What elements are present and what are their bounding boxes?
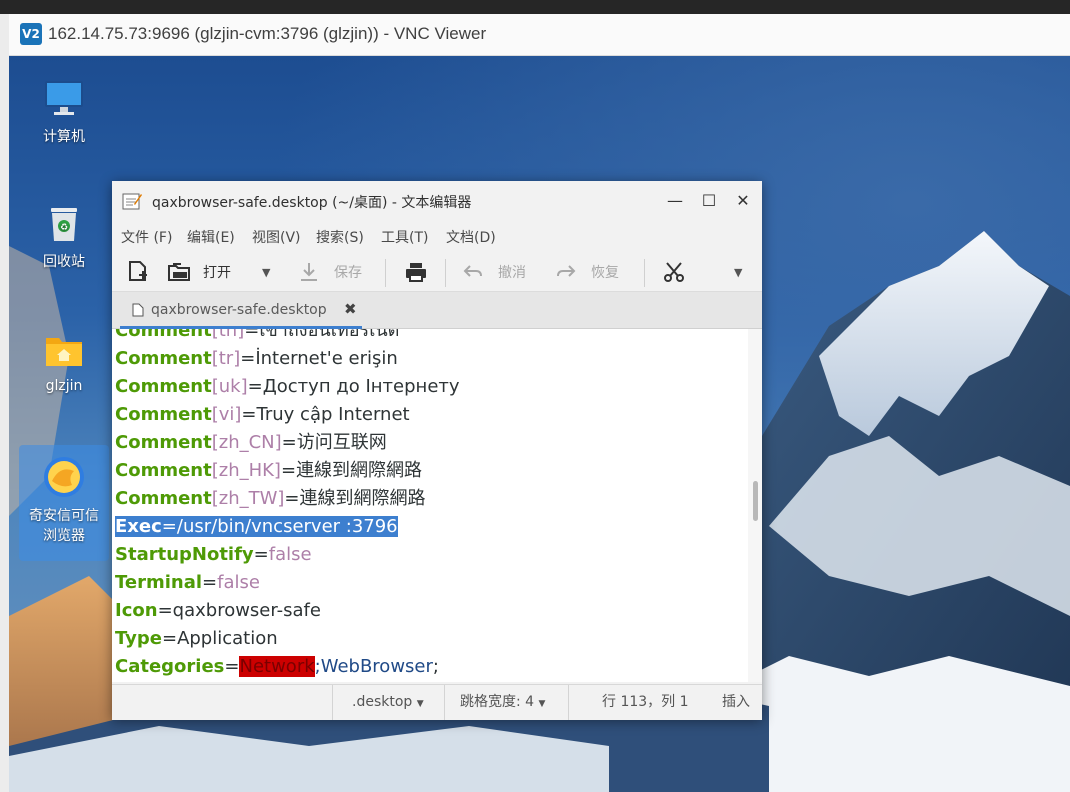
toolbar-overflow-button[interactable]: ▼	[734, 260, 742, 284]
text-line: StartupNotify=false	[115, 544, 312, 565]
save-label: 保存	[334, 265, 362, 281]
print-icon	[406, 263, 426, 282]
tab-width-selector[interactable]: 跳格宽度: 4 ▼	[460, 685, 545, 720]
status-separator	[332, 685, 333, 720]
text-line: Comment[vi]=Truy cập Internet	[115, 404, 410, 425]
trash-icon: ♻	[42, 201, 86, 245]
text-line: Icon=qaxbrowser-safe	[115, 600, 321, 621]
text-line: Categories=Network;WebBrowser;	[115, 656, 439, 677]
text-editor-window[interactable]: qaxbrowser-safe.desktop (~/桌面) - 文本编辑器 —…	[112, 181, 762, 720]
menu-edit[interactable]: 编辑(E)	[187, 227, 235, 247]
cut-button[interactable]	[662, 260, 686, 284]
vertical-scrollbar[interactable]	[748, 329, 762, 682]
tab-bar: qaxbrowser-safe.desktop ✖	[112, 292, 762, 329]
tab-label: qaxbrowser-safe.desktop	[151, 302, 327, 318]
scissors-icon	[664, 262, 684, 282]
tab-qaxbrowser-safe-desktop[interactable]: qaxbrowser-safe.desktop ✖	[120, 292, 362, 329]
vnc-title-bar: V2 162.14.75.73:9696 (glzjin-cvm:3796 (g…	[9, 14, 1070, 56]
toolbar: 打开 ▼ 保存 撤消 恢复 ▼	[112, 253, 762, 292]
menu-view[interactable]: 视图(V)	[252, 227, 301, 247]
new-file-button[interactable]	[127, 260, 149, 284]
desktop-icon-trash[interactable]: ♻ 回收站	[22, 201, 106, 271]
host-window-edge	[0, 14, 9, 792]
insert-mode: 插入	[722, 694, 750, 710]
menu-tools[interactable]: 工具(T)	[381, 227, 428, 247]
chevron-down-icon: ▼	[416, 699, 424, 709]
close-button[interactable]: ✕	[732, 190, 754, 212]
redo-label: 恢复	[591, 265, 619, 281]
text-area[interactable]: Comment[th]=เข้าถึงอินเทอร์เน็ต Comment[…	[112, 329, 748, 682]
open-label: 打开	[203, 265, 231, 281]
menu-search[interactable]: 搜索(S)	[316, 227, 364, 247]
browser-icon	[42, 455, 86, 499]
menu-bar: 文件 (F) 编辑(E) 视图(V) 搜索(S) 工具(T) 文档(D)	[112, 221, 762, 249]
desktop-icon-browser[interactable]: 奇安信可信 浏览器	[19, 445, 109, 561]
desktop-icon-label: 计算机	[43, 129, 85, 145]
scrollbar-thumb[interactable]	[753, 481, 758, 521]
chevron-down-icon: ▼	[262, 265, 271, 279]
minimize-button[interactable]: —	[664, 190, 686, 212]
open-dropdown-button[interactable]: ▼	[262, 260, 270, 284]
undo-label: 撤消	[498, 265, 526, 281]
editor-title-bar[interactable]: qaxbrowser-safe.desktop (~/桌面) - 文本编辑器 —…	[112, 181, 762, 221]
document-icon	[132, 303, 144, 317]
text-line: Comment[th]=เข้าถึงอินเทอร์เน็ต	[115, 329, 400, 341]
computer-icon	[42, 76, 86, 120]
desktop-icon-label: glzjin	[45, 378, 83, 394]
chevron-down-icon: ▼	[538, 699, 546, 709]
status-separator	[568, 685, 569, 720]
print-button[interactable]	[404, 260, 428, 284]
home-folder-icon	[42, 328, 86, 372]
text-line: Comment[tr]=İnternet'e erişin	[115, 348, 398, 369]
text-line: Comment[uk]=Доступ до Інтернету	[115, 376, 460, 397]
chevron-down-icon: ▼	[734, 265, 743, 279]
menu-documents[interactable]: 文档(D)	[446, 227, 496, 247]
text-line: Comment[zh_HK]=連線到網際網路	[115, 460, 423, 481]
desktop-icon-computer[interactable]: 计算机	[22, 76, 106, 146]
cursor-position: 行 113，列 1	[602, 694, 689, 710]
tab-close-button[interactable]: ✖	[344, 300, 357, 318]
language-selector[interactable]: .desktop ▼	[352, 685, 424, 720]
desktop-icon-label-line1: 奇安信可信	[29, 508, 99, 524]
text-line: Terminal=false	[115, 572, 260, 593]
status-separator	[444, 685, 445, 720]
save-button[interactable]: 保存	[298, 260, 362, 284]
toolbar-separator	[445, 259, 446, 287]
redo-button[interactable]: 恢复	[555, 260, 619, 284]
maximize-button[interactable]: ☐	[698, 190, 720, 212]
text-line: Comment[zh_CN]=访问互联网	[115, 432, 387, 453]
undo-icon	[463, 265, 482, 277]
open-button[interactable]: 打开	[167, 260, 231, 284]
svg-text:♻: ♻	[60, 223, 68, 233]
text-editor-app-icon	[122, 193, 142, 210]
status-bar: .desktop ▼ 跳格宽度: 4 ▼ 行 113，列 1 插入	[112, 684, 762, 720]
menu-file[interactable]: 文件 (F)	[121, 227, 172, 247]
toolbar-separator	[644, 259, 645, 287]
text-line: Comment[zh_TW]=連線到網際網路	[115, 488, 426, 509]
vnc-logo-icon: V2	[20, 23, 42, 45]
editor-window-title: qaxbrowser-safe.desktop (~/桌面) - 文本编辑器	[152, 195, 472, 211]
text-line-selected: Exec=/usr/bin/vncserver :3796	[115, 516, 398, 537]
vnc-window-title: 162.14.75.73:9696 (glzjin-cvm:3796 (glzj…	[48, 24, 487, 43]
desktop-icon-home[interactable]: glzjin	[22, 328, 106, 394]
new-file-icon	[129, 261, 147, 281]
open-folder-icon	[168, 263, 190, 281]
redo-icon	[557, 265, 576, 277]
desktop-icon-label-line2: 浏览器	[43, 528, 85, 544]
undo-button[interactable]: 撤消	[462, 260, 526, 284]
toolbar-separator	[385, 259, 386, 287]
text-line: Type=Application	[115, 628, 278, 649]
host-taskbar-strip	[0, 0, 1070, 14]
save-icon	[301, 263, 317, 281]
desktop-icon-label: 回收站	[43, 254, 85, 270]
